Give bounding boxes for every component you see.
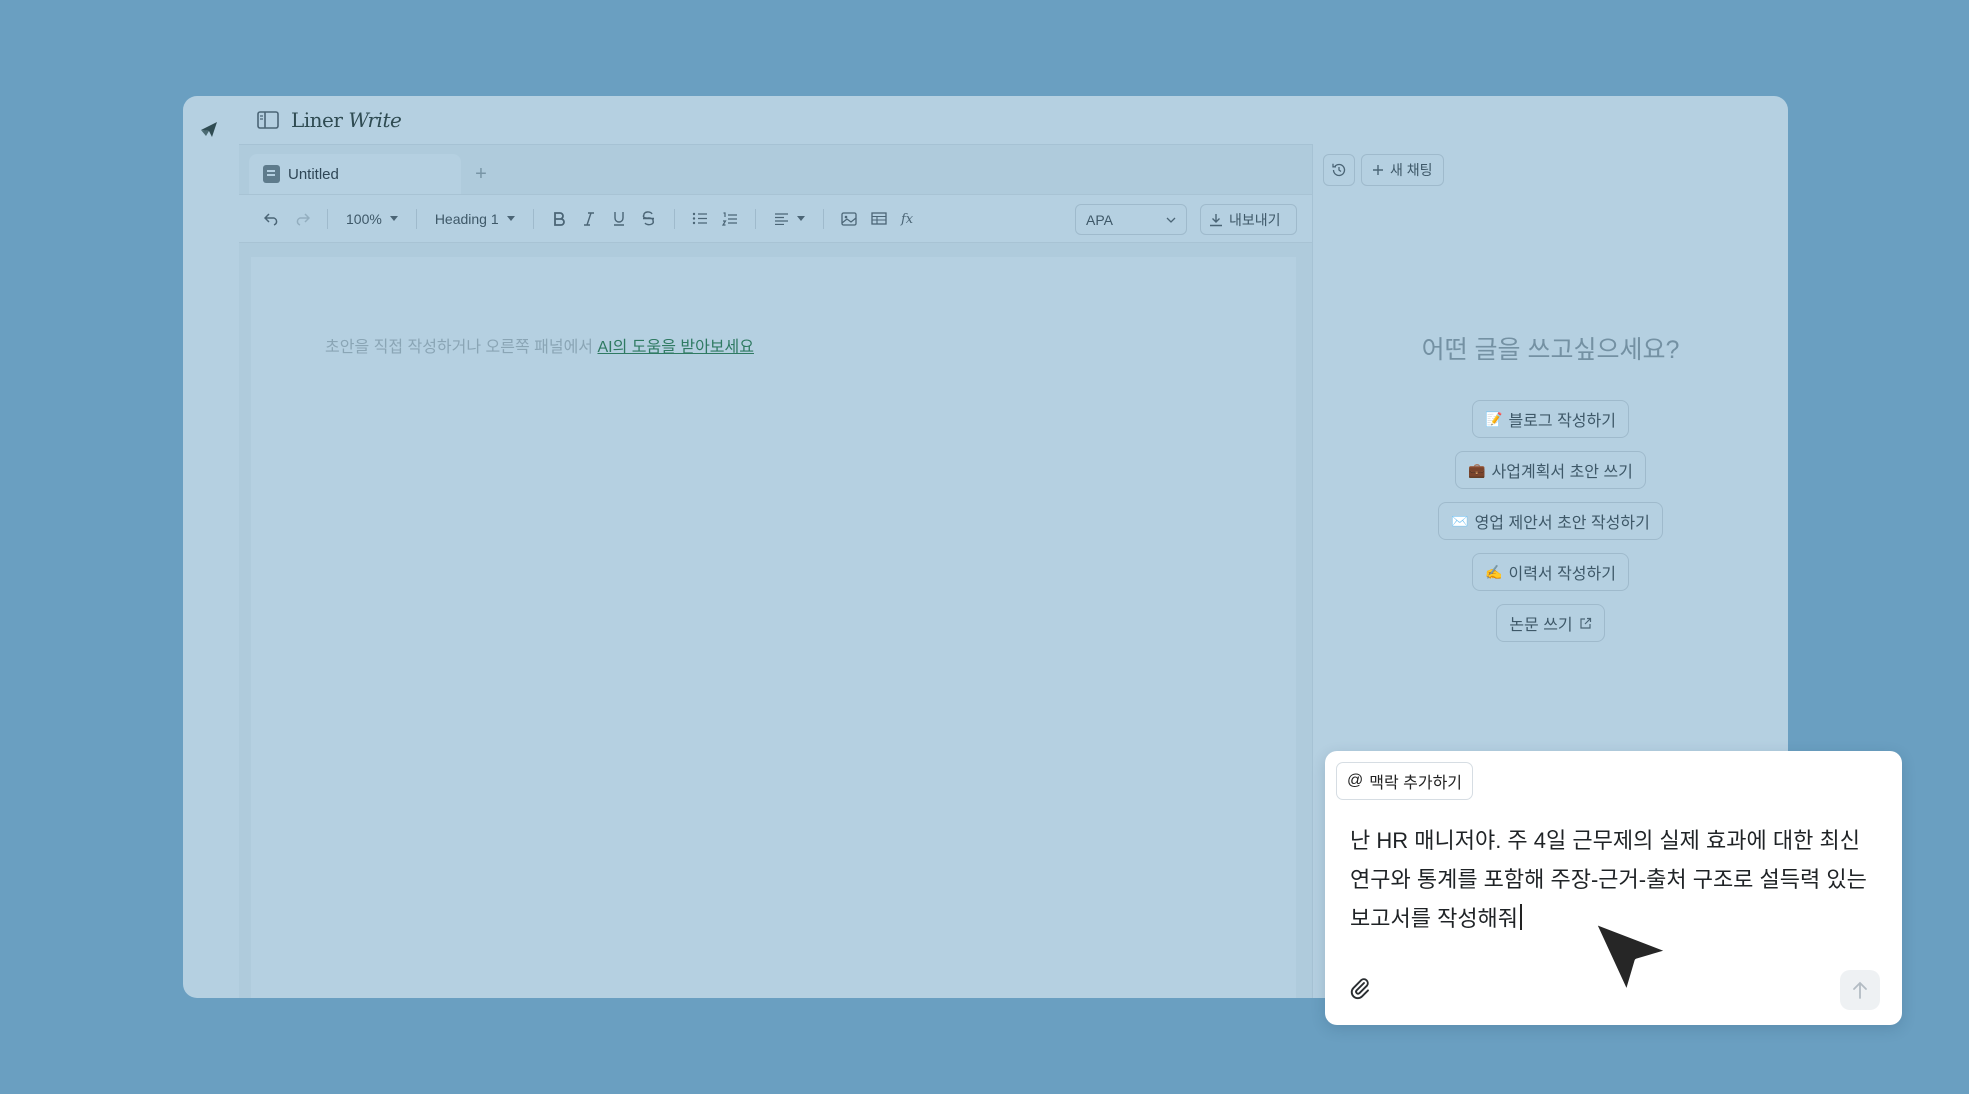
panel-header: 새 채팅 (1323, 154, 1444, 186)
add-context-label: 맥락 추가하기 (1369, 775, 1463, 792)
placeholder-text: 초안을 직접 작성하거나 오른쪽 패널에서 (325, 339, 598, 356)
strikethrough-icon (642, 211, 655, 226)
svg-text:fx: fx (900, 212, 914, 226)
underline-button[interactable] (604, 204, 634, 234)
italic-button[interactable] (574, 204, 604, 234)
toolbar-divider (673, 208, 675, 229)
bold-icon (553, 211, 565, 226)
citation-style-value: APA (1086, 211, 1113, 228)
at-sign-icon: @ (1347, 772, 1364, 789)
briefcase-icon: 💼 (1468, 461, 1486, 478)
undo-icon (264, 212, 278, 226)
external-link-icon (1580, 617, 1591, 629)
table-icon (870, 212, 887, 225)
zoom-select[interactable]: 100% (338, 211, 406, 227)
editor-placeholder: 초안을 직접 작성하거나 오른쪽 패널에서 AI의 도움을 받아보세요 (325, 333, 754, 357)
align-select[interactable] (766, 212, 813, 225)
export-button[interactable]: 내보내기 (1200, 204, 1297, 235)
tab-label: Untitled (288, 165, 339, 183)
bullet-list-icon (692, 212, 707, 225)
new-chat-button[interactable]: 새 채팅 (1361, 154, 1444, 186)
heading-value: Heading 1 (434, 210, 499, 227)
history-button[interactable] (1323, 154, 1355, 186)
undo-button[interactable] (257, 204, 287, 234)
numbered-list-button[interactable] (715, 204, 745, 234)
envelope-icon: ✉️ (1451, 512, 1469, 529)
left-rail (183, 96, 239, 998)
editor-area: Untitled + 100% Heading 1 fx APA 내보내기 초안… (239, 144, 1312, 998)
bold-button[interactable] (544, 204, 574, 234)
toolbar-divider (327, 208, 328, 229)
document-tabs: Untitled + (239, 145, 1312, 195)
chevron-down-icon (506, 216, 515, 221)
insert-image-button[interactable] (834, 204, 864, 234)
ai-help-link[interactable]: AI의 도움을 받아보세요 (597, 339, 754, 356)
suggestion-list: 📝 블로그 작성하기 💼 사업계획서 초안 쓰기 ✉️ 영업 제안서 초안 작성… (1313, 400, 1788, 642)
underline-icon (613, 212, 624, 226)
sidebar-toggle-icon[interactable] (257, 111, 279, 129)
writing-hand-icon: ✍️ (1485, 563, 1503, 580)
export-label: 내보내기 (1229, 211, 1281, 228)
document-canvas[interactable]: 초안을 직접 작성하거나 오른쪽 패널에서 AI의 도움을 받아보세요 (251, 257, 1296, 998)
toolbar-divider (754, 208, 756, 229)
suggestion-label: 블로그 작성하기 (1508, 413, 1616, 430)
chevron-down-icon (796, 216, 805, 221)
numbered-list-icon (721, 211, 737, 226)
suggestion-paper[interactable]: 논문 쓰기 (1496, 604, 1605, 642)
history-icon (1332, 163, 1346, 177)
toolbar-divider (415, 208, 417, 229)
text-cursor (1520, 904, 1523, 930)
suggestion-label: 논문 쓰기 (1509, 617, 1573, 634)
paperclip-icon[interactable] (1347, 975, 1373, 1001)
top-bar: Liner Write (239, 96, 1788, 144)
suggestion-business-plan[interactable]: 💼 사업계획서 초안 쓰기 (1455, 451, 1646, 489)
mouse-pointer-icon (1590, 918, 1674, 998)
bullet-list-button[interactable] (685, 204, 715, 234)
new-chat-label: 새 채팅 (1390, 162, 1433, 178)
suggestion-label: 영업 제안서 초안 작성하기 (1474, 515, 1650, 532)
suggestion-resume[interactable]: ✍️ 이력서 작성하기 (1472, 553, 1629, 591)
memo-icon: 📝 (1485, 410, 1503, 427)
suggestion-sales-proposal[interactable]: ✉️ 영업 제안서 초안 작성하기 (1438, 502, 1663, 540)
align-left-icon (774, 212, 788, 225)
document-icon (263, 165, 280, 183)
suggestion-blog[interactable]: 📝 블로그 작성하기 (1472, 400, 1629, 438)
chevron-down-icon (389, 216, 398, 221)
zoom-value: 100% (346, 210, 382, 227)
toolbar-divider (822, 208, 824, 229)
redo-button[interactable] (287, 204, 317, 234)
arrow-up-icon (1853, 981, 1867, 999)
add-tab-button[interactable]: + (461, 154, 501, 194)
download-icon (1210, 213, 1222, 226)
suggestion-label: 사업계획서 초안 쓰기 (1491, 464, 1633, 481)
liner-logo-icon[interactable] (197, 116, 223, 142)
italic-icon (583, 211, 594, 226)
insert-table-button[interactable] (864, 204, 894, 234)
insert-formula-button[interactable]: fx (894, 204, 924, 234)
strikethrough-button[interactable] (634, 204, 664, 234)
citation-style-select[interactable]: APA (1075, 204, 1187, 235)
editor-toolbar: 100% Heading 1 fx APA 내보내기 (239, 195, 1312, 243)
plus-icon (1373, 165, 1383, 175)
prompt-title: 어떤 글을 쓰고싶으세요? (1421, 336, 1680, 364)
heading-select[interactable]: Heading 1 (427, 211, 523, 227)
send-button[interactable] (1840, 970, 1880, 1010)
image-icon (840, 211, 857, 226)
redo-icon (296, 212, 310, 226)
add-context-button[interactable]: @ 맥락 추가하기 (1336, 762, 1474, 800)
formula-icon: fx (900, 212, 914, 226)
chevron-down-icon (1166, 217, 1176, 223)
tab-untitled[interactable]: Untitled (249, 154, 461, 194)
toolbar-divider (532, 208, 534, 229)
brand-logo: Liner Write (291, 108, 402, 132)
suggestion-label: 이력서 작성하기 (1508, 566, 1616, 583)
